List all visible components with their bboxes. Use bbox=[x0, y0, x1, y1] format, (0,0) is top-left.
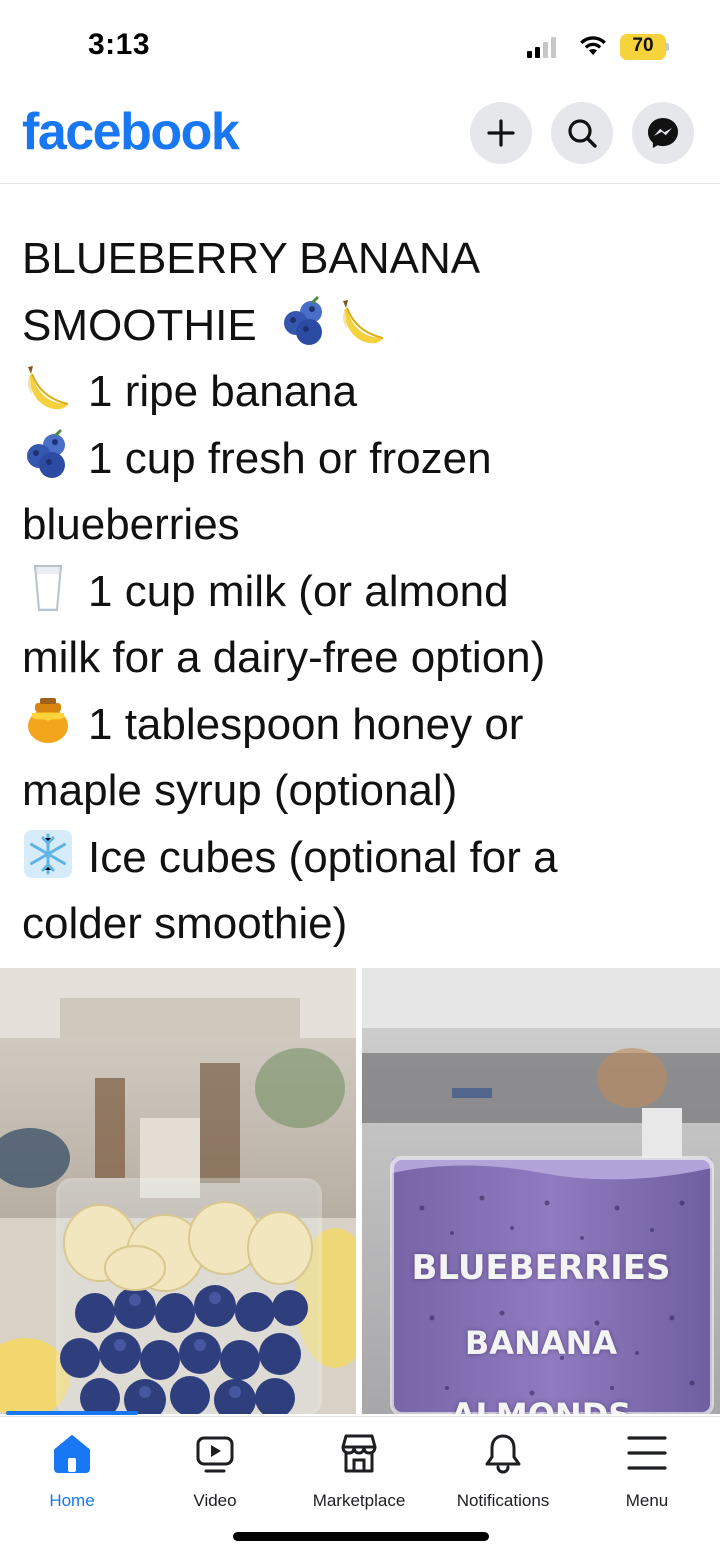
honey-pot-emoji-icon bbox=[22, 695, 74, 747]
nav-label: Notifications bbox=[456, 1491, 550, 1510]
nav-home[interactable]: Home bbox=[2, 1431, 142, 1511]
post-line: milk for a dairy-free option) bbox=[22, 625, 712, 692]
post-body: BLUEBERRY BANANA SMOOTHIE 1 ripe banana … bbox=[22, 226, 712, 958]
bell-icon bbox=[485, 1434, 521, 1474]
messenger-button[interactable] bbox=[632, 102, 694, 164]
nav-label: Marketplace bbox=[312, 1491, 406, 1510]
menu-icon bbox=[627, 1436, 667, 1470]
post-line-text: 1 tablespoon honey or bbox=[88, 699, 524, 749]
milk-glass-emoji-icon bbox=[22, 562, 74, 614]
battery-level: 70 bbox=[632, 35, 654, 56]
nav-label: Video bbox=[193, 1491, 237, 1510]
nav-label: Menu bbox=[625, 1491, 669, 1510]
post-line: BLUEBERRY BANANA bbox=[22, 226, 712, 293]
smoothie-overlay-label: ALMONDS bbox=[362, 1396, 720, 1414]
smoothie-overlay-label: BANANA bbox=[464, 1324, 618, 1362]
post-line: 1 tablespoon honey or bbox=[22, 692, 712, 759]
status-time: 3:13 bbox=[88, 28, 151, 61]
nav-menu[interactable]: Menu bbox=[577, 1431, 717, 1511]
create-post-button[interactable] bbox=[470, 102, 532, 164]
post-line: colder smoothie) bbox=[22, 891, 712, 958]
battery-icon: 70 bbox=[620, 34, 670, 60]
post-line: maple syrup (optional) bbox=[22, 758, 712, 825]
media-progress-indicator bbox=[6, 1411, 138, 1415]
post-line-text: SMOOTHIE bbox=[22, 300, 257, 350]
video-icon bbox=[196, 1436, 234, 1473]
post-line-text: Ice cubes (optional for a bbox=[88, 832, 558, 882]
home-indicator[interactable] bbox=[233, 1532, 489, 1541]
cellular-signal-icon bbox=[527, 36, 561, 58]
blueberries-emoji-icon bbox=[279, 296, 331, 348]
status-bar: 3:13 70 bbox=[0, 0, 720, 92]
nav-marketplace[interactable]: Marketplace bbox=[289, 1431, 429, 1511]
post-line-text: milk for a dairy-free option) bbox=[22, 633, 546, 682]
nav-notifications[interactable]: Notifications bbox=[433, 1431, 573, 1511]
post-line-text: 1 ripe banana bbox=[88, 367, 358, 416]
banana-emoji-icon bbox=[337, 296, 389, 348]
post-line-text: BLUEBERRY BANANA bbox=[22, 234, 481, 283]
post-line-text: blueberries bbox=[22, 500, 240, 549]
post-line-text: maple syrup (optional) bbox=[22, 766, 458, 815]
nav-video[interactable]: Video bbox=[145, 1431, 285, 1511]
post-line-text: 1 cup fresh or frozen bbox=[88, 433, 492, 483]
post-line: 1 cup fresh or frozen bbox=[22, 426, 712, 493]
facebook-logo[interactable]: facebook bbox=[22, 102, 240, 162]
banana-emoji-icon bbox=[22, 362, 74, 414]
post-line-text: colder smoothie) bbox=[22, 899, 348, 948]
wifi-icon bbox=[580, 36, 606, 55]
post-line: SMOOTHIE bbox=[22, 293, 712, 360]
marketplace-icon bbox=[341, 1434, 377, 1473]
post-line-text: 1 cup milk (or almond bbox=[88, 566, 509, 616]
plus-icon bbox=[487, 119, 515, 147]
blender-with-banana-and-blueberries-image[interactable] bbox=[0, 968, 356, 1414]
post-line: blueberries bbox=[22, 492, 712, 559]
post-media[interactable]: BLUEBERRIES BANANA ALMONDS bbox=[0, 968, 720, 1414]
app-header: facebook bbox=[0, 92, 720, 184]
smoothie-overlay-label: BLUEBERRIES bbox=[411, 1248, 671, 1288]
search-button[interactable] bbox=[551, 102, 613, 164]
search-icon bbox=[568, 119, 597, 148]
post-line: 1 cup milk (or almond bbox=[22, 559, 712, 626]
home-icon bbox=[54, 1435, 90, 1473]
nav-label: Home bbox=[49, 1491, 95, 1510]
blueberries-emoji-icon bbox=[22, 429, 74, 481]
post-line: 1 ripe banana bbox=[22, 359, 712, 426]
blended-blueberry-smoothie-image[interactable]: BLUEBERRIES BANANA ALMONDS bbox=[362, 968, 720, 1414]
snowflake-emoji-icon bbox=[22, 828, 74, 880]
messenger-icon bbox=[648, 118, 678, 148]
post-line: Ice cubes (optional for a bbox=[22, 825, 712, 892]
